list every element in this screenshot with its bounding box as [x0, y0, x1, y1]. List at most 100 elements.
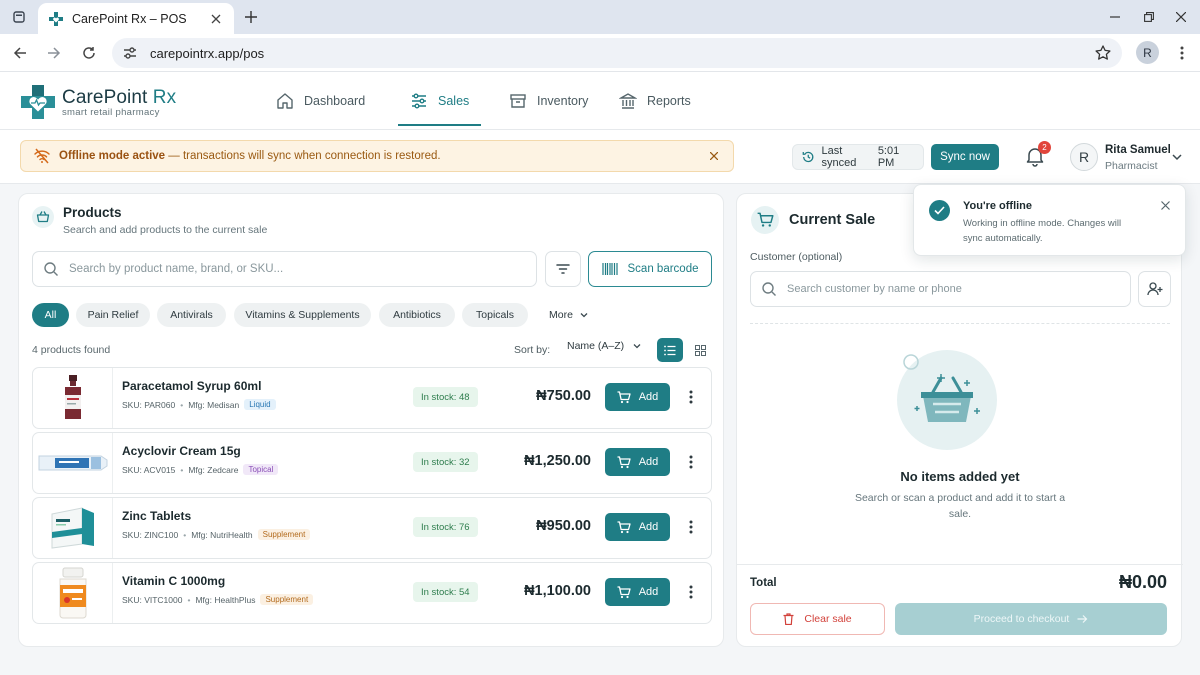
- stock-badge: In stock: 54: [413, 582, 478, 602]
- category-chip-antivirals[interactable]: Antivirals: [157, 303, 226, 327]
- clear-sale-button[interactable]: Clear sale: [750, 603, 885, 635]
- notifications-button[interactable]: 2: [1024, 141, 1051, 167]
- syrup-bottle-icon: [64, 375, 81, 419]
- favicon-icon: [49, 11, 63, 26]
- nav-dashboard-label: Dashboard: [304, 94, 366, 108]
- add-customer-button[interactable]: [1138, 271, 1171, 307]
- row-more-icon[interactable]: [685, 517, 697, 537]
- add-to-sale-button[interactable]: Add: [605, 513, 670, 541]
- grid-icon: [694, 344, 706, 356]
- category-chip-vitamins[interactable]: Vitamins & Supplements: [234, 303, 371, 327]
- clear-sale-label: Clear sale: [804, 613, 852, 625]
- add-to-sale-button[interactable]: Add: [605, 578, 670, 606]
- category-chip-antibiotics[interactable]: Antibiotics: [379, 303, 455, 327]
- category-chip-pain-relief[interactable]: Pain Relief: [76, 303, 150, 327]
- product-meta: SKU: PAR060 • Mfg: Medisan Liquid: [122, 399, 276, 410]
- product-row[interactable]: Paracetamol Syrup 60ml SKU: PAR060 • Mfg:…: [32, 367, 712, 429]
- list-view-button[interactable]: [657, 338, 683, 362]
- minimize-icon[interactable]: [1105, 7, 1125, 27]
- nav-inventory-label: Inventory: [537, 94, 589, 108]
- scan-barcode-label: Scan barcode: [627, 263, 699, 275]
- user-avatar[interactable]: R: [1070, 143, 1098, 171]
- more-categories-button[interactable]: More: [549, 303, 589, 327]
- sync-now-button[interactable]: Sync now: [931, 144, 999, 170]
- add-button-label: Add: [638, 391, 659, 403]
- product-tag: Topical: [243, 464, 279, 475]
- product-row[interactable]: Vitamin C 1000mg SKU: VITC1000 • Mfg: Hea…: [32, 562, 712, 624]
- restore-icon[interactable]: [1139, 7, 1159, 27]
- reload-icon[interactable]: [79, 43, 99, 63]
- notification-badge: 2: [1038, 141, 1051, 154]
- product-row[interactable]: Zinc Tablets SKU: ZINC100 • Mfg: NutriHea…: [32, 497, 712, 559]
- filter-icon: [556, 264, 570, 274]
- row-more-icon[interactable]: [685, 452, 697, 472]
- product-mfg: Mfg: Medisan: [188, 399, 240, 410]
- product-name: Paracetamol Syrup 60ml: [122, 379, 262, 393]
- add-to-sale-button[interactable]: Add: [605, 448, 670, 476]
- toast-message: Working in offline mode. Changes will sy…: [963, 218, 1122, 244]
- product-row[interactable]: Acyclovir Cream 15g SKU: ACV015 • Mfg: Ze…: [32, 432, 712, 494]
- carepoint-logo-icon[interactable]: [20, 84, 56, 120]
- product-image: [33, 368, 113, 428]
- bank-icon: [619, 93, 637, 109]
- customer-search-placeholder: Search customer by name or phone: [787, 283, 962, 295]
- total-label: Total: [750, 577, 777, 589]
- product-mfg: Mfg: HealthPlus: [195, 594, 256, 605]
- product-search-placeholder: Search by product name, brand, or SKU...: [69, 263, 284, 275]
- row-more-icon[interactable]: [685, 582, 697, 602]
- dismiss-banner-icon[interactable]: [707, 149, 721, 163]
- category-chip-topicals[interactable]: Topicals: [462, 303, 528, 327]
- product-price: ₦750.00: [536, 388, 591, 404]
- chevron-down-icon[interactable]: [1170, 150, 1184, 164]
- sort-select-value: Name (A–Z): [567, 340, 625, 352]
- nav-dashboard[interactable]: Dashboard: [270, 72, 371, 130]
- empty-state-message: Search or scan a product and add it to s…: [854, 492, 1066, 520]
- user-name[interactable]: Rita Samuel: [1105, 144, 1171, 156]
- offline-banner-text: Offline mode active — transactions will …: [59, 150, 707, 162]
- product-search-input[interactable]: Search by product name, brand, or SKU...: [32, 251, 537, 287]
- product-price: ₦1,100.00: [524, 583, 591, 599]
- browser-profile-avatar[interactable]: R: [1136, 41, 1159, 64]
- scan-barcode-button[interactable]: Scan barcode: [588, 251, 712, 287]
- nav-inventory[interactable]: Inventory: [503, 72, 594, 130]
- barcode-icon: [601, 263, 618, 275]
- grid-view-button[interactable]: [689, 338, 711, 362]
- nav-reports[interactable]: Reports: [613, 72, 697, 130]
- forward-arrow-icon[interactable]: [44, 43, 64, 63]
- cream-tube-icon: [38, 455, 107, 471]
- cart-icon: [617, 455, 631, 468]
- nav-sales[interactable]: Sales: [397, 72, 482, 130]
- row-more-icon[interactable]: [685, 387, 697, 407]
- current-sale-title: Current Sale: [789, 212, 876, 228]
- category-chip-all[interactable]: All: [32, 303, 69, 327]
- add-to-sale-button[interactable]: Add: [605, 383, 670, 411]
- nav-sales-label: Sales: [438, 94, 470, 108]
- customer-search-input[interactable]: Search customer by name or phone: [750, 271, 1131, 307]
- sort-select[interactable]: Name (A–Z): [567, 340, 642, 352]
- product-image: [33, 498, 113, 558]
- product-mfg: Mfg: Zedcare: [188, 464, 239, 475]
- proceed-to-checkout-button[interactable]: Proceed to checkout: [895, 603, 1167, 635]
- stock-badge: In stock: 32: [413, 452, 478, 472]
- products-found-count: 4 products found: [32, 344, 111, 356]
- filter-button[interactable]: [545, 251, 581, 287]
- status-bar: Offline mode active — transactions will …: [0, 130, 1200, 184]
- window-menu-icon[interactable]: [10, 8, 28, 26]
- add-user-icon: [1146, 282, 1162, 296]
- back-arrow-icon[interactable]: [10, 43, 30, 63]
- current-sale-panel: Current Sale Customer (optional) Search …: [736, 193, 1183, 647]
- close-tab-icon[interactable]: [208, 11, 224, 27]
- close-toast-icon[interactable]: [1159, 199, 1171, 211]
- browser-tab[interactable]: CarePoint Rx – POS: [38, 3, 234, 34]
- offline-banner: Offline mode active — transactions will …: [20, 140, 734, 172]
- site-settings-icon[interactable]: [122, 45, 138, 61]
- cart-icon: [751, 206, 779, 234]
- close-window-icon[interactable]: [1171, 7, 1191, 27]
- product-meta: SKU: ACV015 • Mfg: Zedcare Topical: [122, 464, 279, 475]
- bookmark-star-icon[interactable]: [1094, 44, 1112, 62]
- add-button-label: Add: [638, 586, 659, 598]
- new-tab-icon[interactable]: [241, 7, 261, 27]
- browser-menu-icon[interactable]: [1172, 43, 1192, 63]
- sliders-icon: [412, 93, 426, 109]
- address-bar[interactable]: carepointrx.app/pos: [112, 38, 1122, 68]
